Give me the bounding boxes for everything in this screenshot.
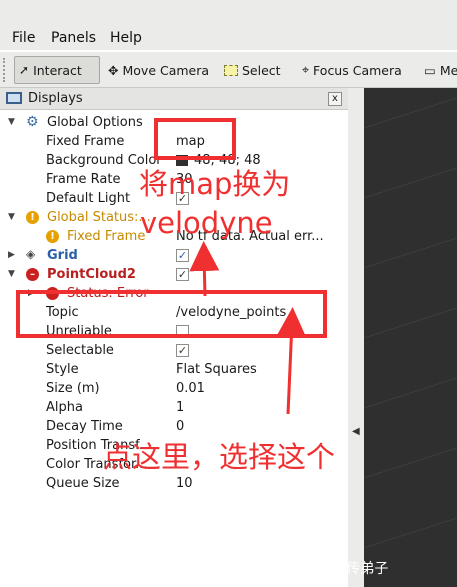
arrow-to-replace-text bbox=[189, 241, 220, 297]
annotation-replace-line2: velodyne bbox=[140, 206, 273, 240]
arrow-to-topic bbox=[276, 307, 307, 415]
annotation-arrows bbox=[189, 241, 307, 415]
annotation-replace-line1: 将map换为 bbox=[139, 167, 291, 201]
annotation-click-here: 点这里，选择这个 bbox=[103, 440, 336, 474]
watermark: CSDN @吴恩达亲传弟子 bbox=[232, 561, 389, 577]
